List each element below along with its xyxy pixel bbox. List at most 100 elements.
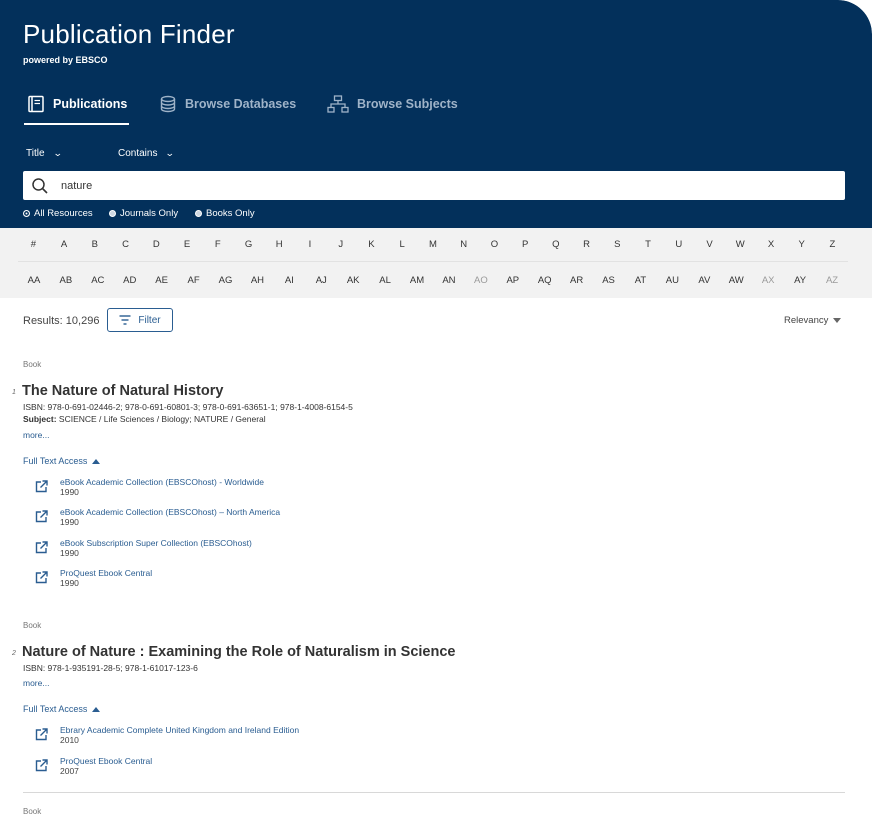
alpha-link-an[interactable]: AN: [433, 275, 465, 286]
alpha-link-p[interactable]: P: [510, 239, 541, 250]
hierarchy-icon: [327, 95, 349, 113]
alpha-link-y[interactable]: Y: [786, 239, 817, 250]
alpha-link-az: AZ: [825, 274, 839, 286]
alpha-link-ak[interactable]: AK: [337, 275, 369, 286]
field-select[interactable]: Title ⌄: [26, 148, 62, 159]
alpha-link-ad[interactable]: AD: [114, 275, 146, 286]
alpha-link-r[interactable]: R: [571, 239, 602, 250]
full-text-link[interactable]: Ebrary Academic Complete United Kingdom …: [60, 725, 299, 735]
alpha-link-am[interactable]: AM: [401, 275, 433, 286]
tab-browse-subjects[interactable]: Browse Subjects: [327, 94, 458, 114]
record-number: 1: [12, 389, 16, 396]
record-title[interactable]: The Nature of Natural History: [22, 383, 223, 399]
alpha-link-j[interactable]: J: [325, 239, 356, 250]
external-link-icon[interactable]: [35, 480, 48, 493]
alpha-link-x[interactable]: X: [756, 239, 787, 250]
alpha-link-ay[interactable]: AY: [784, 275, 816, 286]
full-text-link[interactable]: eBook Subscription Super Collection (EBS…: [60, 538, 252, 548]
alpha-link-af[interactable]: AF: [178, 275, 210, 286]
alpha-link-d[interactable]: D: [141, 239, 172, 250]
alpha-link-as[interactable]: AS: [593, 275, 625, 286]
operator-select[interactable]: Contains ⌄: [118, 148, 175, 159]
alpha-link-q[interactable]: Q: [540, 239, 571, 250]
alpha-link-b[interactable]: B: [79, 239, 110, 250]
alpha-link-ag[interactable]: AG: [210, 275, 242, 286]
alpha-link-i[interactable]: I: [295, 239, 326, 250]
alphabet-row-double: AA AB AC AD AE AF AG AH AI AJ AK AL AM AN AO AP AQ AR AS AT…: [18, 263, 848, 297]
external-link-icon[interactable]: [35, 571, 48, 584]
alpha-link-ar[interactable]: AR: [561, 275, 593, 286]
alpha-link-t[interactable]: T: [633, 239, 664, 250]
alpha-link-f[interactable]: F: [202, 239, 233, 250]
tab-browse-subjects-label: Browse Subjects: [357, 97, 458, 111]
alpha-link-al[interactable]: AL: [369, 275, 401, 286]
alpha-link-av[interactable]: AV: [688, 275, 720, 286]
radio-books-only[interactable]: Books Only: [195, 208, 255, 219]
alpha-link-n[interactable]: N: [448, 239, 479, 250]
alpha-link-z[interactable]: Z: [817, 239, 848, 250]
tab-browse-databases[interactable]: Browse Databases: [159, 94, 296, 114]
alpha-link-aa[interactable]: AA: [18, 275, 50, 286]
sort-select[interactable]: Relevancy: [784, 315, 842, 326]
sort-select-value: Relevancy: [784, 315, 829, 326]
alpha-link-ai[interactable]: AI: [273, 275, 305, 286]
full-text-access-toggle[interactable]: Full Text Access: [23, 704, 101, 714]
alpha-link-k[interactable]: K: [356, 239, 387, 250]
coverage-year: 2007: [60, 766, 79, 776]
full-text-link[interactable]: eBook Academic Collection (EBSCOhost) – …: [60, 507, 280, 517]
alpha-link-at[interactable]: AT: [625, 275, 657, 286]
alpha-link-ac[interactable]: AC: [82, 275, 114, 286]
alpha-link-c[interactable]: C: [110, 239, 141, 250]
full-text-access-label: Full Text Access: [23, 456, 88, 466]
filter-button[interactable]: Filter: [107, 308, 173, 332]
external-link-icon[interactable]: [35, 541, 48, 554]
alpha-link-au[interactable]: AU: [656, 275, 688, 286]
coverage-year: 1990: [60, 487, 79, 497]
radio-label: Books Only: [206, 208, 255, 219]
tab-browse-databases-label: Browse Databases: [185, 97, 297, 111]
alpha-link-v[interactable]: V: [694, 239, 725, 250]
alpha-link-hash[interactable]: #: [18, 239, 49, 250]
search-icon[interactable]: [31, 177, 49, 195]
database-icon: [159, 95, 177, 113]
more-link[interactable]: more...: [23, 430, 49, 440]
results-count: Results: 10,296: [23, 315, 100, 327]
alpha-link-aj[interactable]: AJ: [305, 275, 337, 286]
record-title[interactable]: Nature of Nature : Examining the Role of…: [22, 644, 455, 660]
coverage-year: 1990: [60, 578, 79, 588]
search-box: [23, 171, 845, 200]
alpha-link-ae[interactable]: AE: [146, 275, 178, 286]
radio-journals-only[interactable]: Journals Only: [109, 208, 178, 219]
alpha-link-ax: AX: [761, 274, 775, 286]
external-link-icon[interactable]: [35, 759, 48, 772]
full-text-access-toggle[interactable]: Full Text Access: [23, 456, 101, 466]
alpha-link-m[interactable]: M: [418, 239, 449, 250]
radio-dot: [23, 210, 30, 217]
alphabet-browse: # A B C D E F G H I J K L M N O P Q R S T U V W X Y Z AA AB AC AD AE AF…: [0, 228, 872, 298]
full-text-link[interactable]: ProQuest Ebook Central: [60, 756, 152, 766]
alpha-link-aq[interactable]: AQ: [529, 275, 561, 286]
alpha-link-l[interactable]: L: [387, 239, 418, 250]
alpha-link-u[interactable]: U: [663, 239, 694, 250]
search-input[interactable]: [61, 179, 761, 192]
external-link-icon[interactable]: [35, 728, 48, 741]
full-text-link[interactable]: eBook Academic Collection (EBSCOhost) - …: [60, 477, 264, 487]
tab-publications[interactable]: Publications: [27, 94, 127, 114]
alpha-link-w[interactable]: W: [725, 239, 756, 250]
full-text-access-label: Full Text Access: [23, 704, 88, 714]
more-link[interactable]: more...: [23, 678, 49, 688]
alpha-link-e[interactable]: E: [172, 239, 203, 250]
alpha-link-h[interactable]: H: [264, 239, 295, 250]
alpha-link-s[interactable]: S: [602, 239, 633, 250]
alpha-link-aw[interactable]: AW: [720, 275, 752, 286]
radio-all-resources[interactable]: All Resources: [23, 208, 93, 219]
full-text-link[interactable]: ProQuest Ebook Central: [60, 568, 152, 578]
alpha-link-o[interactable]: O: [479, 239, 510, 250]
alpha-link-ap[interactable]: AP: [497, 275, 529, 286]
alpha-link-ab[interactable]: AB: [50, 275, 82, 286]
external-link-icon[interactable]: [35, 510, 48, 523]
radio-dot: [109, 210, 116, 217]
alpha-link-ah[interactable]: AH: [241, 275, 273, 286]
alpha-link-a[interactable]: A: [49, 239, 80, 250]
alpha-link-g[interactable]: G: [233, 239, 264, 250]
